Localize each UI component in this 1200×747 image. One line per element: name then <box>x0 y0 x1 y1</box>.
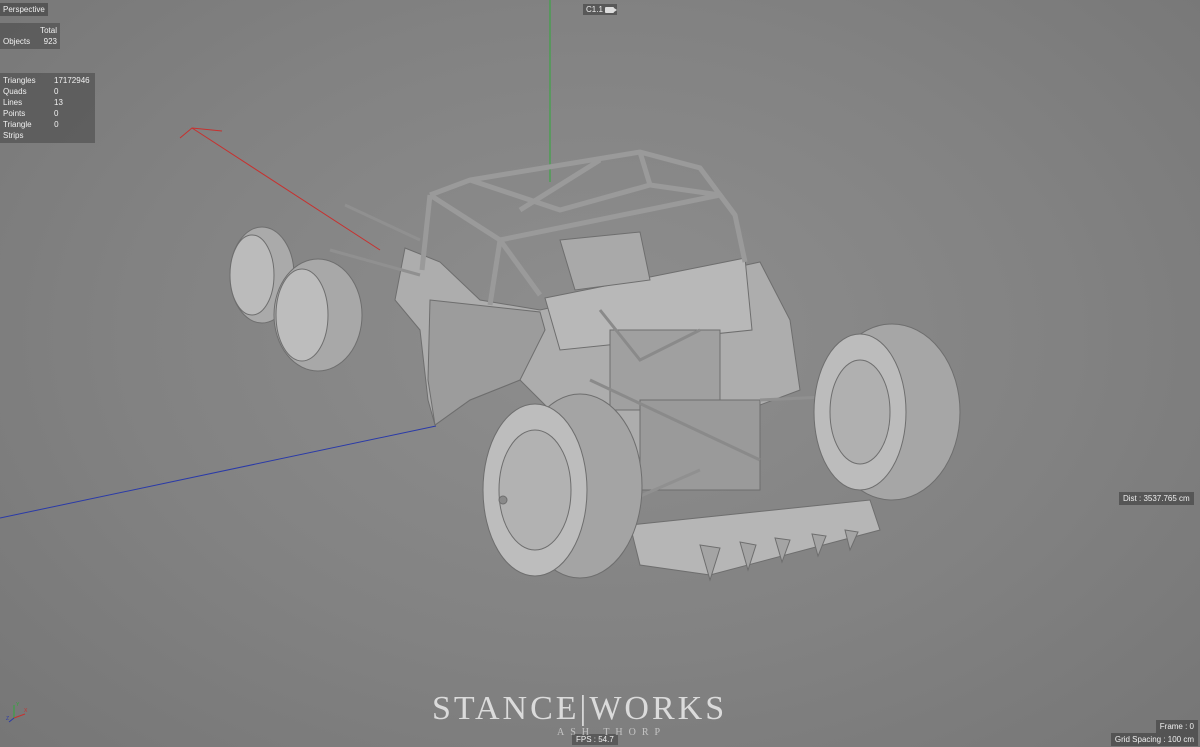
gizmo-z-label: Z <box>6 716 9 722</box>
stats-label: Points <box>3 109 26 118</box>
camera-icon <box>604 6 617 13</box>
artist-credit: ASH THORP <box>557 727 667 738</box>
frame-readout: Frame : 0 <box>1155 720 1198 733</box>
stats-label: Triangles <box>3 76 36 85</box>
rear-diffuser <box>629 499 881 576</box>
seat <box>559 231 651 291</box>
stats-label: Objects <box>3 37 31 46</box>
active-camera-label[interactable]: C1.1 <box>583 4 617 15</box>
3d-viewport[interactable]: Perspective Total Objects 923 Triangles … <box>0 0 1200 747</box>
x-axis-arrow <box>179 127 223 139</box>
stats-value: 17172946 <box>54 76 90 85</box>
axis-gizmo: Y X Z <box>6 702 28 723</box>
stats-value: 13 <box>54 98 63 107</box>
tire-near-front <box>482 393 643 579</box>
stats-label: Lines <box>3 98 23 107</box>
x-axis-line <box>191 127 381 251</box>
tire-right-far <box>813 323 961 501</box>
car-model[interactable] <box>229 149 961 582</box>
stanceworks-logo: STANCE|WORKS <box>432 690 728 727</box>
polygon-stats-panel: Triangles 17172946 Quads 0 Lines 13 Poin… <box>0 73 95 143</box>
stats-row-triangles: Triangles 17172946 <box>3 75 92 86</box>
z-axis-line <box>0 425 437 519</box>
gizmo-x-label: X <box>24 708 28 714</box>
stats-value: 923 <box>43 37 57 46</box>
camera-name: C1.1 <box>586 5 603 14</box>
stats-row-quads: Quads 0 <box>3 86 92 97</box>
stats-row-objects: Objects 923 <box>3 36 57 47</box>
stats-label: Quads <box>3 87 27 96</box>
stats-row-points: Points 0 <box>3 108 92 119</box>
stats-row-triangle-strips: Triangle Strips 0 <box>3 119 92 141</box>
stats-value: 0 <box>54 120 59 129</box>
grid-spacing-readout: Grid Spacing : 100 cm <box>1110 733 1198 746</box>
gizmo-y-label: Y <box>16 702 20 708</box>
stats-label: Triangle Strips <box>3 120 32 140</box>
stats-header: Total <box>40 26 57 35</box>
stats-value: 0 <box>54 109 59 118</box>
distance-readout: Dist : 3537.765 cm <box>1119 492 1194 505</box>
object-stats-panel: Total Objects 923 <box>0 23 60 49</box>
stats-row-lines: Lines 13 <box>3 97 92 108</box>
tire-rear-left-inner <box>273 258 363 372</box>
scene-canvas[interactable] <box>0 0 1200 747</box>
view-name-label[interactable]: Perspective <box>0 3 48 16</box>
stats-value: 0 <box>54 87 59 96</box>
